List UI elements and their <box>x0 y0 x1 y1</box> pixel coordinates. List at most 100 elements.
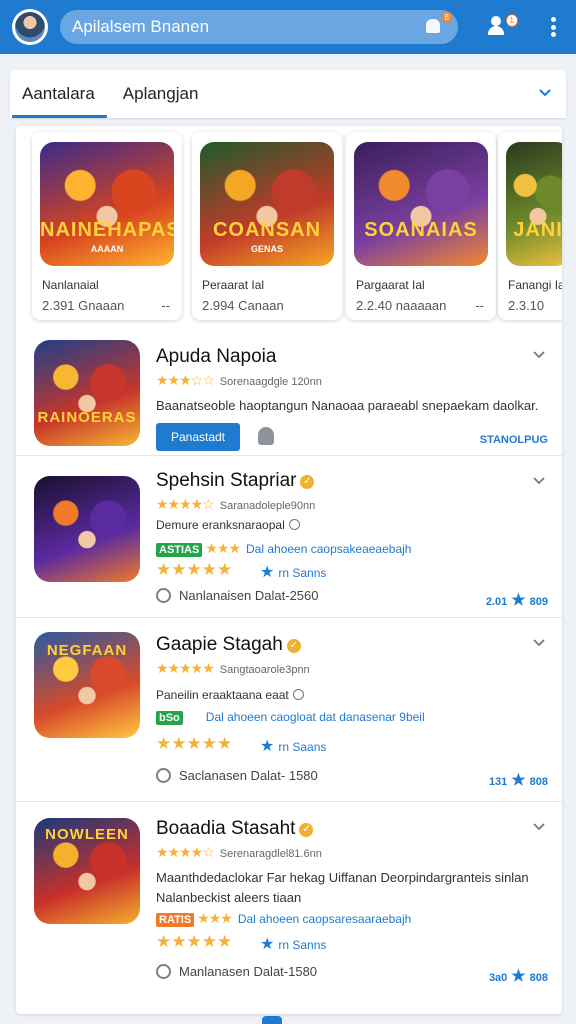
rating-line: ★★★★☆ Serenaragdlel81.6nn <box>156 844 322 861</box>
account-icon[interactable]: 1 <box>488 14 518 39</box>
ratings-link[interactable]: ★ rn Sanns <box>260 934 326 954</box>
ratings-link-text: rn Saans <box>278 740 327 754</box>
badge-text: Dal ahoeen caopsaresaaraebajh <box>237 912 412 926</box>
footer-line: Nanlanaisen Dalat-2560 <box>156 588 318 603</box>
footer-text: Nanlanaisen Dalat-2560 <box>179 588 319 603</box>
rating-text: Sangtaoarole3pnn <box>219 664 310 676</box>
art-logo-text: NOWLEEN <box>45 826 129 843</box>
game-art: COANSAN GENAS <box>200 142 334 266</box>
art-logo-subtext: AAAAN <box>90 244 124 254</box>
account-body-shape <box>488 26 504 35</box>
card-dash: -- <box>475 298 484 313</box>
footer-line: Saclanasen Dalat- 1580 <box>156 768 318 783</box>
count-value: 3a0 <box>488 972 508 984</box>
art-logo-text: NEGFAAN <box>46 642 128 659</box>
rating-text: Sorenaagdgle 120nn <box>219 376 322 388</box>
featured-card[interactable]: COANSAN GENAS Peraarat Ial 2.994 Canaan <box>192 132 342 320</box>
star-rating-large: ★★★★★ <box>156 932 233 951</box>
chevron-down-icon[interactable] <box>532 820 546 834</box>
list-item[interactable]: NOWLEEN Boaadia Stasaht ✓ ★★★★☆ Serenaragd… <box>16 802 562 1014</box>
count-badge: 131 ★ 808 <box>489 770 548 790</box>
rating-text: Serenaragdlel81.6nn <box>219 848 322 860</box>
featured-carousel: NAINEHAPAS AAAAN Nanlanaial 2.391 Gnaaan… <box>16 126 562 326</box>
chevron-down-icon[interactable] <box>532 636 546 650</box>
more-options-icon[interactable] <box>550 17 556 37</box>
verified-icon: ✓ <box>300 475 315 489</box>
card-meta: 2.994 Canaan <box>202 298 284 313</box>
badge-line: RATIS ★★★ Dal ahoeen caopsaresaaraebajh <box>156 910 411 927</box>
star-rating: ★★★★☆ <box>156 844 215 860</box>
app-icon-art: NEGFAAN <box>34 632 140 738</box>
count-value: 2.01 <box>485 596 508 608</box>
footer-text: Manlanasen Dalat-1580 <box>179 964 318 979</box>
card-name: Pargaarat Ial <box>356 278 425 292</box>
list-item[interactable]: NEGFAAN Gaapie Stagah ✓ ★★★★★ Sangtaoarole… <box>16 618 562 802</box>
clock-icon <box>156 964 171 979</box>
badge-stars: ★★★ <box>205 540 241 556</box>
count-badge: 2.01 ★ 809 <box>486 590 548 610</box>
list-item[interactable]: Spehsin Stapriar ✓ ★★★★☆ Saranadoleple90nn… <box>16 456 562 618</box>
bell-icon <box>426 19 440 33</box>
featured-card[interactable]: NAINEHAPAS AAAAN Nanlanaial 2.391 Gnaaan… <box>32 132 182 320</box>
rating-text: Saranadoleple90nn <box>219 500 316 512</box>
chevron-down-icon[interactable] <box>538 86 552 100</box>
list-item[interactable]: RAINOERAS Apuda Napoia ★★★☆☆ Sorenaagdgle… <box>16 330 562 456</box>
tab-bar: Aantalara Aplangjan <box>10 70 566 118</box>
count-badge: 3a0 ★ 808 <box>489 966 548 986</box>
star-icon: ★ <box>260 936 275 953</box>
app-icon-art: NOWLEEN <box>34 818 140 924</box>
featured-card[interactable]: SOANAIAS Pargaarat Ial 2.2.40 naaaaan -- <box>346 132 496 320</box>
card-name: Fanangi Ial <box>508 278 562 292</box>
search-field[interactable]: Apilalsem Bnanen 8 <box>60 10 458 44</box>
star-rating: ★★★★☆ <box>156 496 215 512</box>
count-value-2: 808 <box>529 972 548 984</box>
avatar-image <box>15 12 45 42</box>
star-icon: ★ <box>511 592 526 609</box>
ratings-link[interactable]: ★ rn Saans <box>260 736 326 756</box>
art-logo-subtext: GENAS <box>250 244 283 254</box>
badge-line: bSo Dal ahoeen caogloat dat danasenar 9be… <box>156 710 425 725</box>
scroll-indicator <box>262 1016 282 1024</box>
chevron-down-icon[interactable] <box>532 474 546 488</box>
game-art: NAINEHAPAS AAAAN <box>40 142 174 266</box>
install-button[interactable]: Panastadt <box>156 423 240 451</box>
badge-text: Dal ahoeen caogloat dat danasenar 9beil <box>205 710 425 724</box>
featured-card[interactable]: JANI Fanangi Ial 2.3.10 <box>498 132 562 320</box>
badge-text: Dal ahoeen caopsakeaeaebajh <box>246 542 412 556</box>
info-icon[interactable] <box>292 689 304 700</box>
star-icon: ★ <box>260 738 275 755</box>
chevron-down-icon[interactable] <box>532 348 546 362</box>
info-icon[interactable] <box>288 519 300 530</box>
app-header: Apilalsem Bnanen 8 1 <box>0 0 576 54</box>
card-meta: 2.2.40 naaaaan <box>356 298 447 313</box>
content-badge: RATIS <box>156 913 195 927</box>
sub-line: Paneilin eraaktaana eaat <box>156 688 304 702</box>
content-badge: bSo <box>156 711 183 725</box>
ratings-link[interactable]: ★ rn Sanns <box>260 562 326 582</box>
art-logo-text: NAINEHAPAS <box>40 219 174 241</box>
app-title: Spehsin Stapriar <box>156 470 297 491</box>
notification-icon[interactable]: 8 <box>424 12 452 38</box>
app-title-row: Spehsin Stapriar ✓ <box>156 470 315 492</box>
app-title-row: Gaapie Stagah ✓ <box>156 634 301 656</box>
status-badge: STANOLPUG <box>479 434 548 446</box>
game-art: JANI <box>506 142 562 266</box>
tab-aplangjan[interactable]: Aplangjan <box>111 70 211 118</box>
count-value: 131 <box>488 776 508 788</box>
gift-icon[interactable] <box>258 427 274 445</box>
clock-icon <box>156 768 171 783</box>
tab-aantalara[interactable]: Aantalara <box>10 70 107 118</box>
card-meta: 2.3.10 <box>508 298 545 313</box>
ratings-link-text: rn Sanns <box>278 938 327 952</box>
app-icon-art <box>34 476 140 582</box>
sub-line: Demure eranksnaraopal <box>156 518 300 532</box>
search-text: Apilalsem Bnanen <box>72 17 210 36</box>
count-value-2: 809 <box>529 596 548 608</box>
app-title: Gaapie Stagah <box>156 634 283 655</box>
avatar[interactable] <box>12 9 48 45</box>
app-title: Boaadia Stasaht <box>156 818 296 839</box>
clock-icon <box>156 588 171 603</box>
star-icon: ★ <box>260 564 275 581</box>
art-logo-text: SOANAIAS <box>364 219 478 241</box>
card-name: Nanlanaial <box>42 278 99 292</box>
